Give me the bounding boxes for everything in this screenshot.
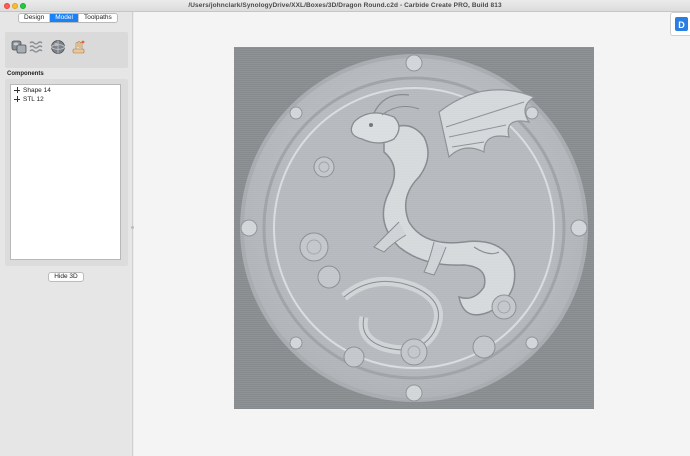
sphere-icon[interactable] (50, 39, 66, 55)
tab-model[interactable]: Model (50, 14, 79, 22)
relief-preview (234, 47, 594, 409)
tab-toolpaths[interactable]: Toolpaths (78, 14, 117, 22)
title-bar: /Users/johnclark/SynologyDrive/XXL/Boxes… (0, 0, 690, 12)
components-tree[interactable]: Shape 14 STL 12 (10, 84, 121, 260)
svg-text:D: D (678, 20, 685, 30)
texture-pattern-icon[interactable] (29, 39, 45, 55)
components-panel: Shape 14 STL 12 (5, 79, 128, 266)
tab-design[interactable]: Design (19, 14, 51, 22)
left-panel: Design Model Toolpaths Components Shape … (0, 12, 133, 456)
3d-view-canvas[interactable]: D (134, 12, 690, 456)
tree-item-shape-14[interactable]: Shape 14 (14, 86, 51, 94)
components-heading: Components (7, 71, 44, 77)
expand-plus-icon[interactable] (14, 96, 20, 102)
hand-paint-icon[interactable] (71, 39, 87, 55)
hide-3d-button[interactable]: Hide 3D (48, 272, 84, 282)
side-panel-toggle[interactable]: D (670, 12, 690, 36)
tree-item-label: Shape 14 (23, 86, 51, 94)
window-title: /Users/johnclark/SynologyDrive/XXL/Boxes… (188, 2, 502, 9)
component-shape-icon[interactable] (11, 39, 27, 55)
dragon-relief-image (234, 47, 594, 409)
model-toolbar (5, 32, 128, 68)
mode-tabs: Design Model Toolpaths (18, 13, 118, 23)
expand-plus-icon[interactable] (14, 87, 20, 93)
app-badge-icon: D (675, 17, 688, 31)
tree-item-stl-12[interactable]: STL 12 (14, 95, 44, 103)
tree-item-label: STL 12 (23, 95, 44, 103)
